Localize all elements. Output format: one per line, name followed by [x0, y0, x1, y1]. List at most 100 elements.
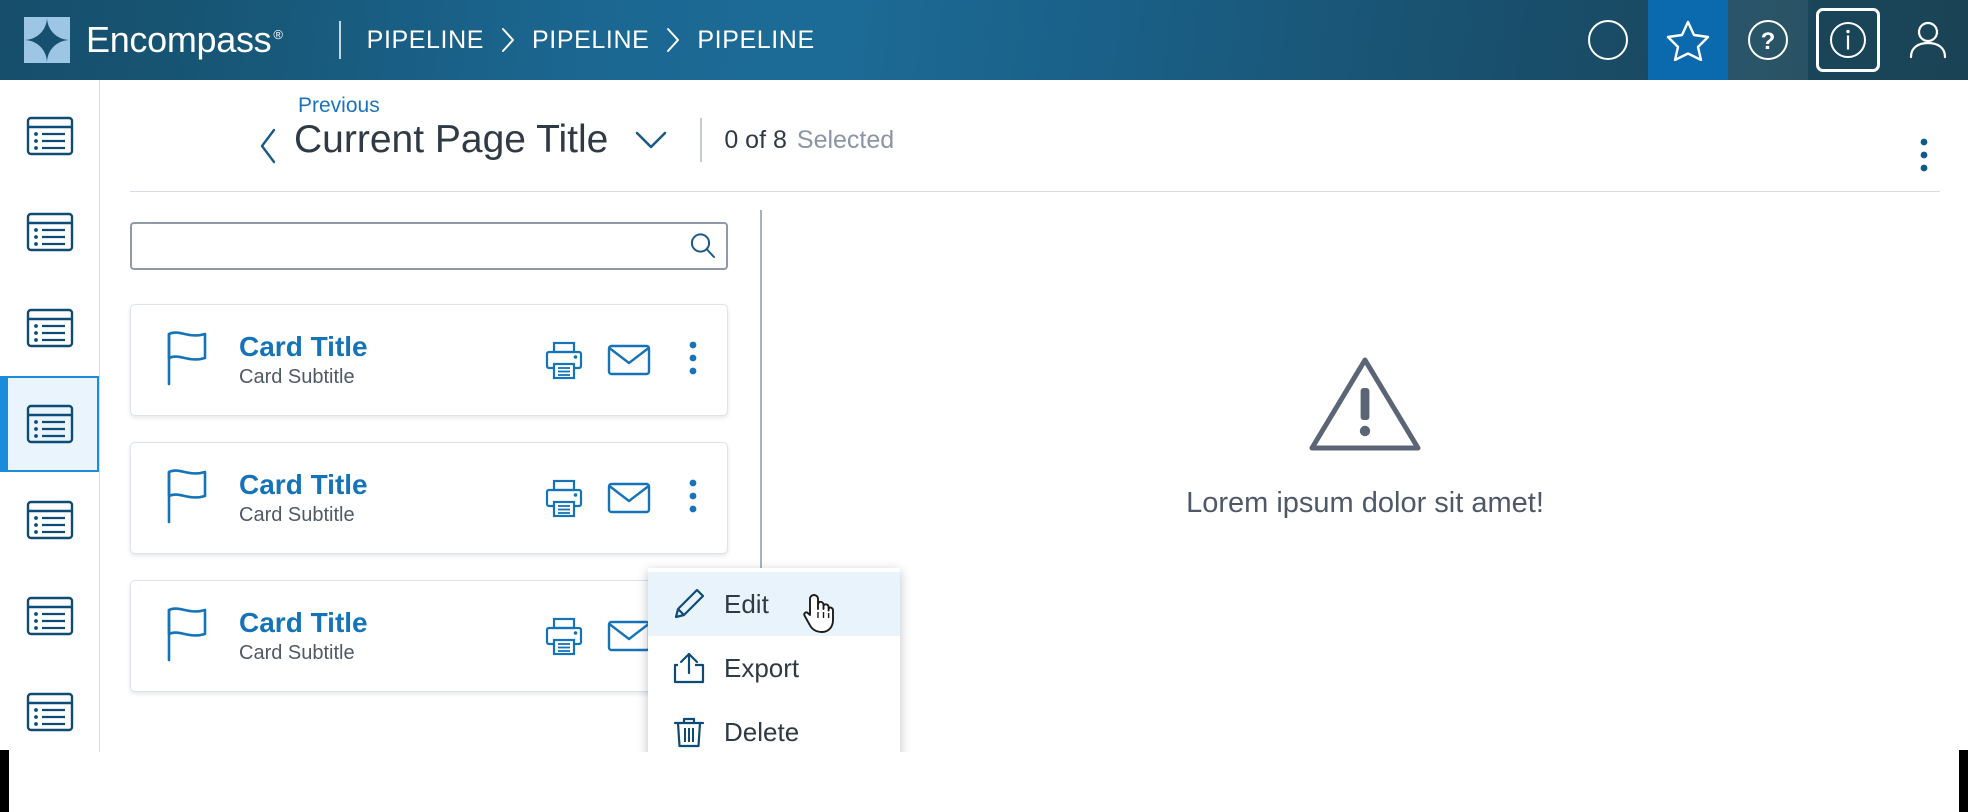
selected-count: 0 of 8: [724, 125, 787, 154]
detail-pane: Lorem ipsum dolor sit amet!: [762, 210, 1968, 752]
sidebar-item-7[interactable]: [0, 664, 99, 752]
card-title[interactable]: Card Title: [239, 469, 521, 500]
card-subtitle: Card Subtitle: [239, 365, 355, 388]
card-text: Card Title Card Subtitle: [239, 469, 521, 526]
brand-name-text: Encompass: [86, 19, 272, 60]
email-button[interactable]: [607, 481, 651, 515]
sidebar-navigation: [0, 80, 100, 752]
help-button[interactable]: ?: [1728, 0, 1808, 80]
flag-icon: [165, 328, 209, 393]
info-button[interactable]: [1808, 0, 1888, 80]
card-list: Card Title Card Subtitle Card Title Card…: [130, 304, 728, 692]
back-chevron-left-icon[interactable]: [258, 128, 278, 169]
registered-mark: ®: [273, 27, 283, 42]
list-view-icon: [26, 212, 73, 252]
page-more-options-button[interactable]: [1914, 132, 1934, 183]
card-item[interactable]: Card Title Card Subtitle: [130, 304, 728, 416]
help-icon: ?: [1748, 20, 1788, 60]
top-navigation-bar: Encompass ® PIPELINE PIPELINE PIPELINE ?: [0, 0, 1968, 80]
page-title: Current Page Title: [294, 118, 609, 161]
breadcrumb: PIPELINE PIPELINE PIPELINE: [367, 26, 815, 55]
sidebar-item-3[interactable]: [0, 280, 99, 376]
printer-icon: [545, 341, 583, 380]
empty-state-message: Lorem ipsum dolor sit amet!: [1186, 487, 1544, 519]
context-menu-item-export[interactable]: Export: [648, 636, 900, 700]
list-view-icon: [26, 404, 73, 444]
print-button[interactable]: [543, 477, 585, 519]
page-title-row: Current Page Title 0 of 8 Selected: [294, 118, 894, 162]
card-more-options-button[interactable]: [681, 475, 705, 522]
list-view-icon: [26, 500, 73, 540]
card-text: Card Title Card Subtitle: [239, 607, 521, 664]
sidebar-item-1[interactable]: [0, 88, 99, 184]
envelope-icon: [607, 344, 651, 376]
context-menu: Edit Export Delete: [648, 568, 900, 752]
search-field: [130, 222, 728, 270]
print-button[interactable]: [543, 339, 585, 381]
body: Previous Current Page Title 0 of 8 Selec…: [0, 80, 1968, 752]
card-title[interactable]: Card Title: [239, 607, 521, 638]
printer-icon: [545, 479, 583, 518]
previous-link[interactable]: Previous: [298, 94, 380, 118]
circle-icon-button[interactable]: [1568, 0, 1648, 80]
circle-icon: [1588, 20, 1628, 60]
content-panes: Card Title Card Subtitle Card Title Card…: [100, 192, 1968, 752]
email-button[interactable]: [607, 343, 651, 377]
breadcrumb-item-3[interactable]: PIPELINE: [697, 26, 814, 55]
context-menu-label: Edit: [724, 588, 769, 619]
brand-logo[interactable]: Encompass ®: [24, 17, 283, 63]
svg-text:?: ?: [1761, 28, 1776, 55]
email-button[interactable]: [607, 619, 651, 653]
flag-icon: [165, 604, 209, 669]
selected-label: Selected: [796, 125, 895, 154]
brand-name: Encompass ®: [86, 19, 283, 61]
card-text: Card Title Card Subtitle: [239, 331, 521, 388]
more-vertical-icon: [1920, 138, 1928, 172]
sidebar-item-5[interactable]: [0, 472, 99, 568]
pencil-icon: [672, 587, 716, 621]
card-subtitle: Card Subtitle: [239, 641, 355, 664]
selection-divider: [700, 118, 703, 162]
info-button-outline: [1816, 8, 1880, 72]
favorites-star-button[interactable]: [1648, 0, 1728, 80]
application-window: Encompass ® PIPELINE PIPELINE PIPELINE ?…: [0, 0, 1968, 752]
user-icon: [1909, 21, 1947, 59]
more-vertical-icon: [689, 341, 697, 374]
sidebar-item-4[interactable]: [0, 376, 99, 472]
export-icon: [672, 651, 716, 685]
print-button[interactable]: [543, 615, 585, 657]
four-point-star-logo-icon: [24, 17, 70, 63]
list-view-icon: [26, 116, 73, 156]
user-account-button[interactable]: [1888, 0, 1968, 80]
sidebar-item-2[interactable]: [0, 184, 99, 280]
card-subtitle: Card Subtitle: [239, 503, 355, 526]
context-menu-item-delete[interactable]: Delete: [648, 700, 900, 752]
card-more-options-button[interactable]: [681, 337, 705, 384]
list-view-icon: [26, 596, 73, 636]
breadcrumb-item-1[interactable]: PIPELINE: [367, 26, 484, 55]
flag-icon: [165, 466, 209, 531]
envelope-icon: [607, 620, 651, 652]
more-vertical-icon: [689, 479, 697, 512]
empty-state: Lorem ipsum dolor sit amet!: [1186, 352, 1544, 520]
sidebar-item-6[interactable]: [0, 568, 99, 664]
warning-triangle-icon: [1309, 357, 1421, 451]
card-title[interactable]: Card Title: [239, 331, 521, 362]
card-item[interactable]: Card Title Card Subtitle: [130, 580, 728, 692]
window-edge-left: [0, 750, 9, 812]
printer-icon: [545, 617, 583, 656]
context-menu-label: Export: [724, 652, 800, 683]
info-icon: [1830, 22, 1866, 58]
screen: Encompass ® PIPELINE PIPELINE PIPELINE ?…: [0, 0, 1968, 812]
trash-icon: [672, 715, 716, 749]
context-menu-label: Delete: [724, 716, 800, 747]
breadcrumb-item-2[interactable]: PIPELINE: [532, 26, 649, 55]
search-icon[interactable]: [688, 231, 718, 266]
card-item[interactable]: Card Title Card Subtitle: [130, 442, 728, 554]
chevron-down-icon[interactable]: [634, 129, 668, 151]
page-header: Previous Current Page Title 0 of 8 Selec…: [130, 80, 1940, 192]
chevron-right-icon: [500, 27, 516, 53]
chevron-right-icon: [665, 27, 681, 53]
search-input[interactable]: [130, 222, 728, 270]
context-menu-item-edit[interactable]: Edit: [648, 572, 900, 636]
